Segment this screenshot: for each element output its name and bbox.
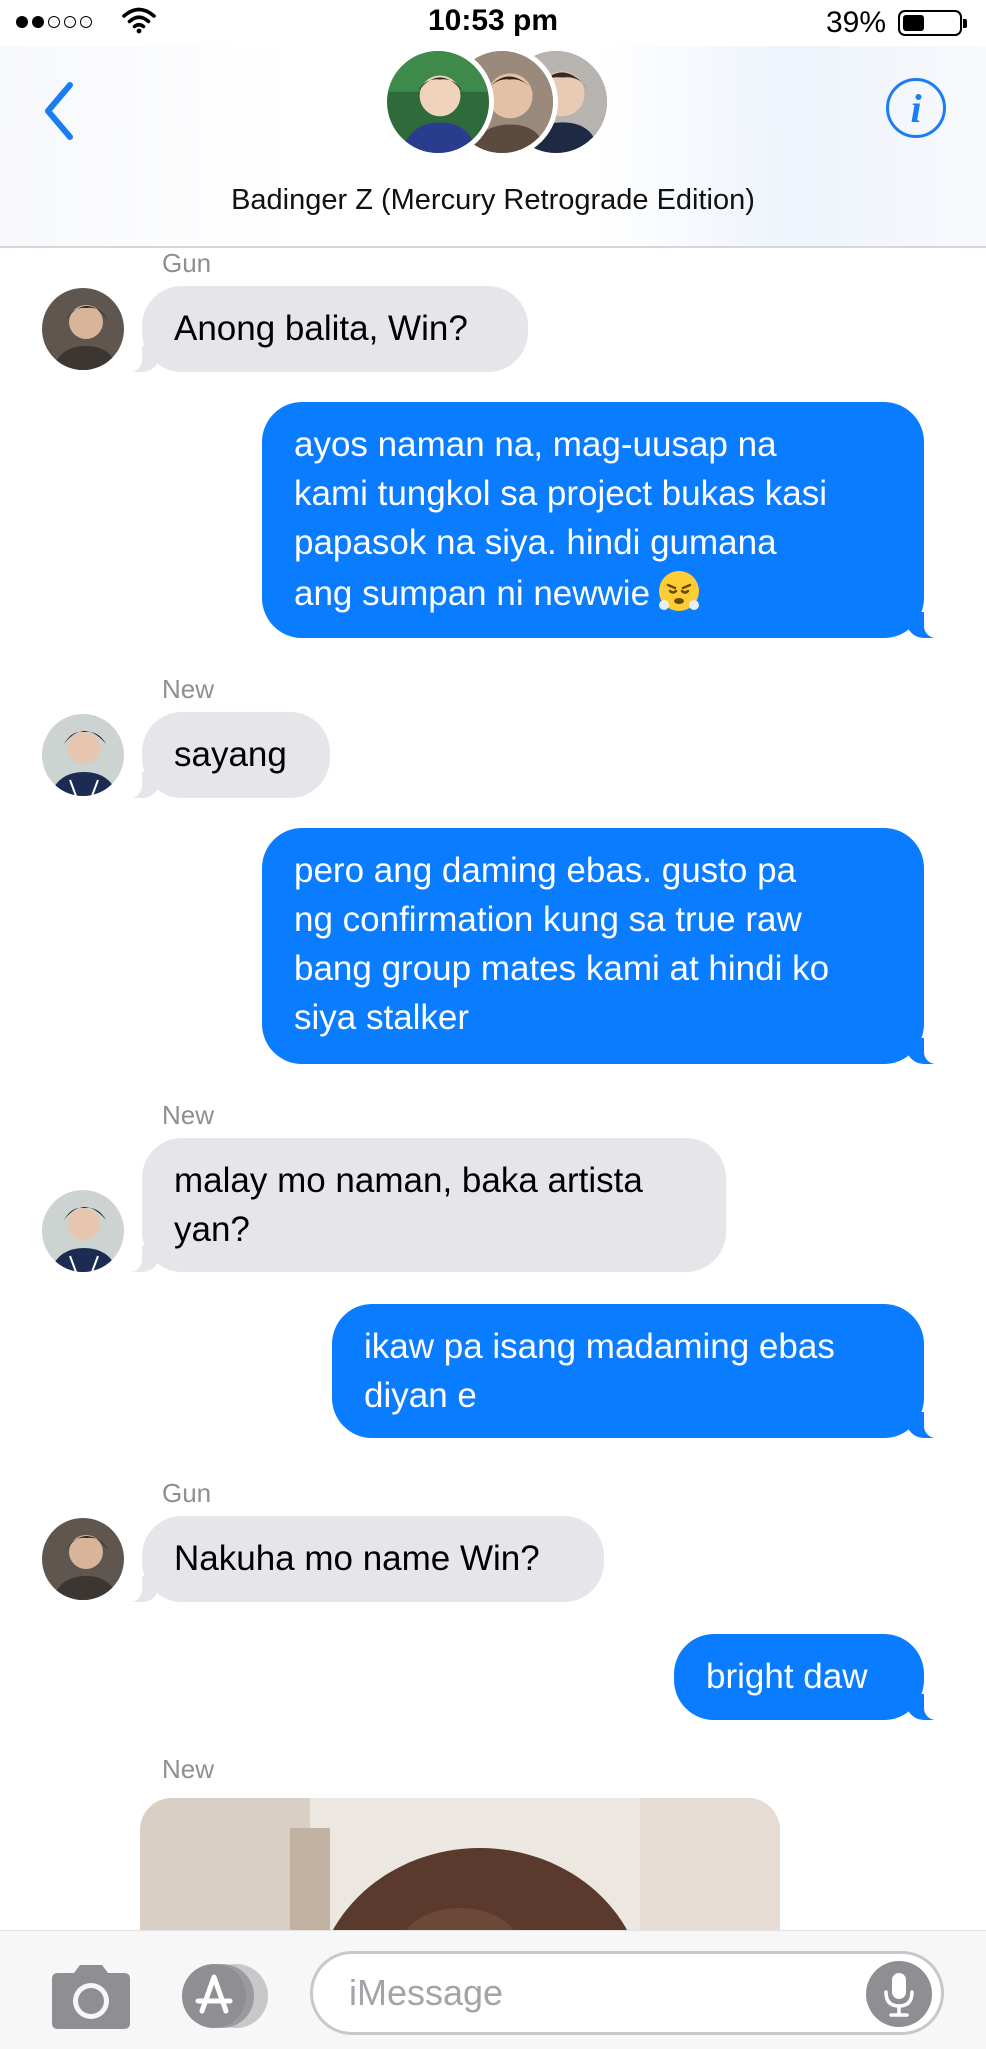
status-bar: 10:53 pm 39% [0,0,986,46]
camera-icon [52,1965,130,2029]
message-text: bright daw [706,1657,868,1696]
group-avatars[interactable] [382,46,612,166]
message-line: ang sumpan ni newwie [294,574,651,613]
huffing-face-emoji-icon [659,571,700,611]
message-bubble-incoming[interactable]: sayang [122,712,330,798]
message-line: ayos naman na, mag-uusap na [294,425,777,464]
message-line: pero ang daming ebas. gusto pa [294,851,797,890]
message-bubble-outgoing[interactable]: ikaw pa isang madaming ebas diyan e [332,1304,944,1438]
info-icon: i [910,85,922,131]
sender-name: New [162,1754,215,1784]
message-line: ikaw pa isang madaming ebas [364,1327,835,1366]
avatar-new[interactable] [42,1190,124,1272]
group-title[interactable]: Badinger Z (Mercury Retrograde Edition) [0,184,986,217]
battery-percentage: 39% [825,6,886,39]
info-button[interactable]: i [886,78,946,138]
message-line: diyan e [364,1376,477,1415]
message-bubble-outgoing[interactable]: pero ang daming ebas. gusto pa ng confir… [262,828,944,1064]
apps-button[interactable] [178,1961,272,2031]
avatar-gun[interactable] [42,1518,124,1600]
message-line: bang group mates kami at hindi ko [294,949,830,988]
message-line: siya stalker [294,998,470,1037]
sender-name: New [162,674,215,704]
back-button[interactable] [34,76,84,146]
image-attachment[interactable] [140,1798,780,1930]
message-bubble-incoming[interactable]: malay mo naman, baka artista yan? [122,1138,726,1272]
group-avatar [382,46,494,158]
message-bubble-outgoing[interactable]: ayos naman na, mag-uusap na kami tungkol… [262,402,944,638]
avatar-new[interactable] [42,714,124,796]
battery-icon [898,10,967,36]
message-text: Nakuha mo name Win? [174,1539,540,1578]
message-line: ng confirmation kung sa true raw [294,900,802,939]
message-input[interactable] [310,1951,944,2035]
message-text: sayang [174,735,287,774]
message-line: papasok na siya. hindi gumana [294,523,777,562]
message-bubble-incoming[interactable]: Anong balita, Win? [122,286,528,372]
conversation-header: i Badinger Z (Mercury Retrograde Edition… [0,46,986,248]
message-bubble-outgoing[interactable]: bright daw [674,1634,944,1720]
message-line: yan? [174,1210,250,1249]
camera-button[interactable] [48,1961,134,2031]
microphone-button[interactable] [866,1961,932,2027]
chevron-left-icon [45,82,73,140]
message-line: kami tungkol sa project bukas kasi [294,474,828,513]
sender-name: Gun [162,248,212,278]
app-store-icon [182,1964,268,2028]
message-line: malay mo naman, baka artista [174,1161,643,1200]
microphone-icon [884,1973,914,2017]
message-bubble-incoming[interactable]: Nakuha mo name Win? [122,1516,604,1602]
compose-bar [0,1930,986,2049]
avatar-gun[interactable] [42,288,124,370]
message-thread[interactable]: Gun Anong balita, Win? ayos naman na, ma… [0,248,986,1930]
message-text: Anong balita, Win? [174,309,468,348]
attachment-image [140,1798,780,1930]
sender-name: New [162,1100,215,1130]
battery-level [903,15,924,31]
sender-name: Gun [162,1478,212,1508]
